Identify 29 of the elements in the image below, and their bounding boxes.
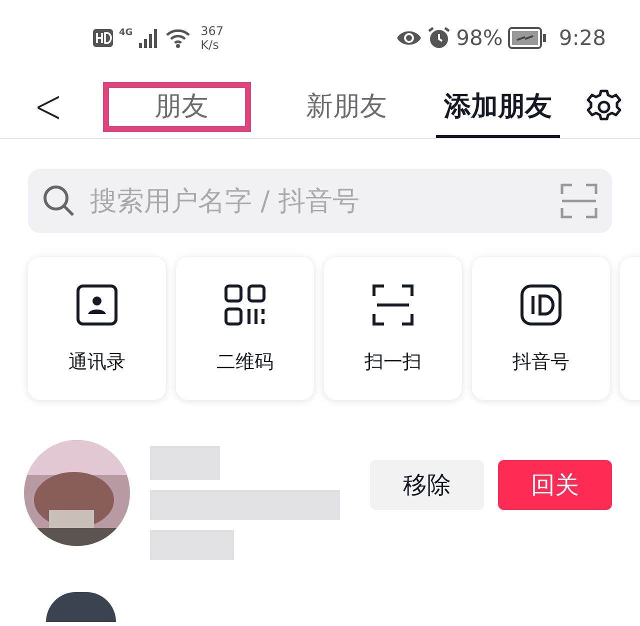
shortcut-card[interactable]: 二维码 — [176, 257, 314, 400]
speed-value: 367 — [200, 24, 224, 38]
scan-icon[interactable] — [560, 183, 598, 219]
contact-card-icon — [75, 282, 119, 326]
hd-icon — [93, 29, 113, 47]
search-icon — [42, 184, 76, 218]
shortcut-card[interactable]: 抖音号 — [472, 257, 610, 400]
clock-time: 9:28 — [558, 26, 606, 50]
battery-percent: 98% — [456, 26, 503, 50]
shortcut-card[interactable]: 扫一扫 — [324, 257, 462, 400]
network-type: 4G — [119, 28, 133, 38]
tab[interactable]: 添加朋友 — [436, 76, 560, 138]
remove-button[interactable]: 移除 — [370, 460, 484, 510]
alarm-icon — [427, 26, 452, 50]
shortcut-card[interactable]: 通讯录 — [28, 257, 166, 400]
follow-back-button[interactable]: 回关 — [498, 460, 612, 510]
signal-icon — [138, 28, 159, 48]
wifi-icon — [164, 28, 191, 48]
qr-code-icon — [223, 282, 267, 326]
blurred-text — [150, 446, 220, 480]
battery-charging-icon — [508, 27, 546, 49]
scan-icon — [371, 282, 415, 326]
tab[interactable]: 新朋友 — [298, 76, 395, 138]
back-button[interactable]: < — [26, 79, 70, 135]
speed-unit: K/s — [200, 38, 220, 52]
search-field[interactable]: 搜索用户名字 / 抖音号 — [28, 169, 612, 233]
id-badge-icon — [519, 282, 563, 326]
search-field[interactable]: 搜索用户名字 / 抖音号 — [88, 184, 548, 218]
eye-icon — [396, 29, 422, 47]
